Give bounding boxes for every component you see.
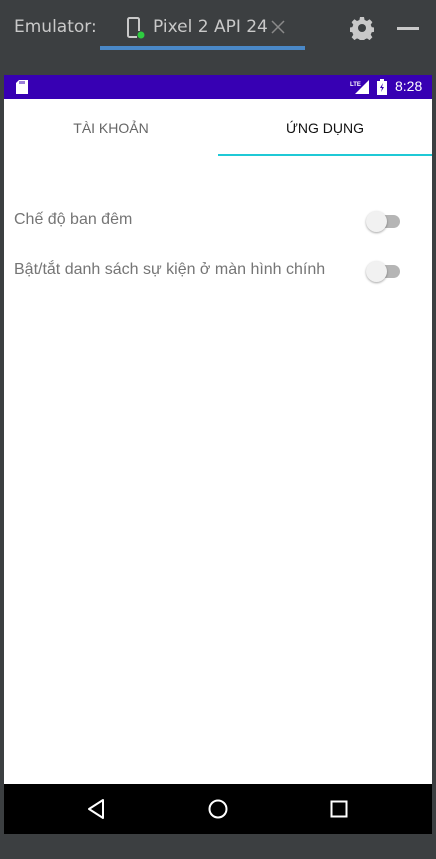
- phone-icon: [127, 17, 145, 39]
- setting-event-list: Bật/tắt danh sách sự kiện ở màn hình chí…: [4, 251, 432, 291]
- switch-thumb: [366, 211, 387, 232]
- home-icon[interactable]: [207, 798, 229, 820]
- minimize-icon[interactable]: [397, 27, 419, 30]
- lte-signal-icon: LTE: [350, 80, 369, 94]
- tab-underline: [100, 46, 305, 50]
- tab-bar: TÀI KHOẢN ỨNG DỤNG: [4, 99, 432, 157]
- setting-night-mode-label: Chế độ ban đêm: [14, 211, 133, 228]
- recents-icon[interactable]: [329, 799, 349, 819]
- night-mode-switch[interactable]: [366, 211, 400, 232]
- device-screen: LTE 8:28 TÀI KHOẢN ỨNG DỤNG Chế độ ban đ…: [4, 75, 432, 834]
- device-tab[interactable]: Pixel 2 API 24: [100, 0, 305, 52]
- emulator-toolbar: Emulator: Pixel 2 API 24: [0, 0, 436, 52]
- device-tab-label: Pixel 2 API 24: [153, 17, 268, 37]
- tab-app[interactable]: ỨNG DỤNG: [218, 99, 432, 157]
- switch-thumb: [366, 261, 387, 282]
- tab-indicator: [218, 154, 432, 156]
- navigation-bar: [4, 784, 432, 834]
- back-icon[interactable]: [86, 798, 108, 820]
- tab-account[interactable]: TÀI KHOẢN: [4, 99, 218, 157]
- battery-icon: [377, 79, 387, 95]
- close-icon[interactable]: [270, 19, 286, 35]
- gear-icon[interactable]: [350, 16, 374, 40]
- emulator-label: Emulator:: [14, 17, 97, 37]
- setting-night-mode: Chế độ ban đêm: [4, 201, 432, 241]
- svg-text:LTE: LTE: [350, 82, 361, 88]
- setting-event-list-label: Bật/tắt danh sách sự kiện ở màn hình chí…: [14, 261, 326, 278]
- status-bar: LTE 8:28: [4, 75, 432, 99]
- event-list-switch[interactable]: [366, 261, 400, 282]
- status-clock: 8:28: [395, 78, 423, 94]
- sd-card-icon: [16, 80, 28, 94]
